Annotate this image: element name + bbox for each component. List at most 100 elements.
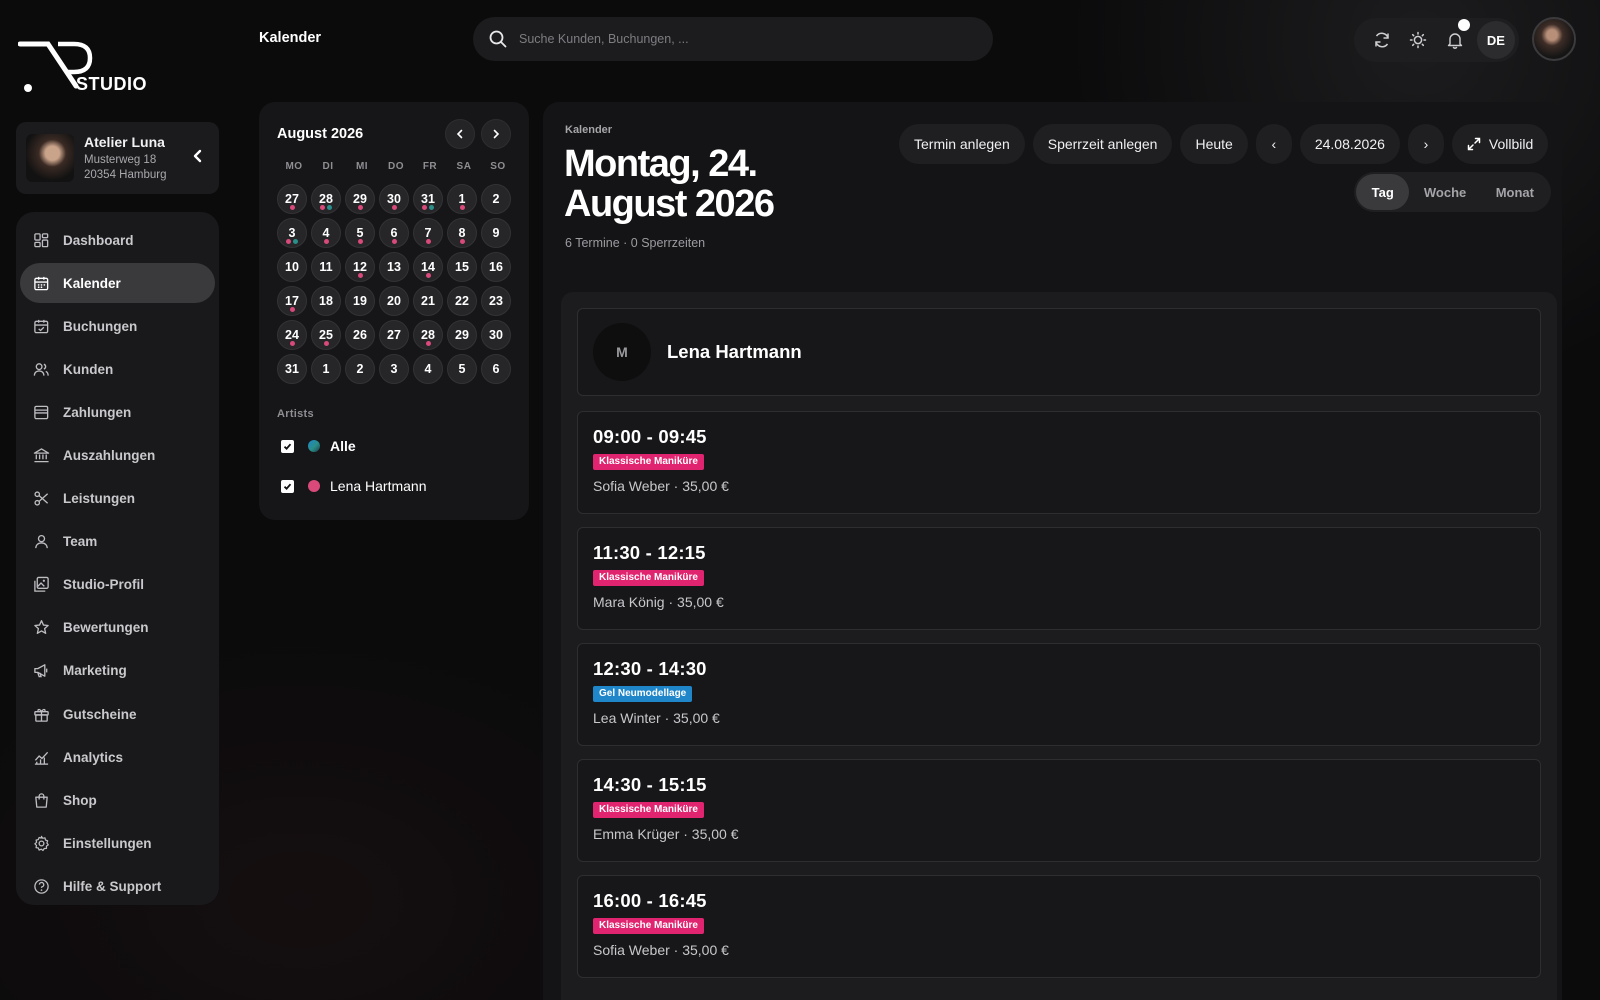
calendar-day[interactable]: 28	[311, 184, 341, 214]
sidebar-item-auszahlungen[interactable]: Auszahlungen	[20, 435, 215, 475]
calendar-day[interactable]: 1	[311, 354, 341, 384]
sidebar-item-marketing[interactable]: Marketing	[20, 651, 215, 691]
calendar-day[interactable]: 26	[345, 320, 375, 350]
calendar-day-number: 28	[421, 328, 435, 342]
calendar-day[interactable]: 4	[413, 354, 443, 384]
search-bar[interactable]	[473, 17, 993, 61]
sidebar-item-zahlungen[interactable]: Zahlungen	[20, 392, 215, 432]
appointment-card[interactable]: 14:30 - 15:15 Klassische Maniküre Emma Krü…	[577, 759, 1541, 862]
notification-badge	[1457, 19, 1470, 31]
sidebar-item-bewertungen[interactable]: Bewertungen	[20, 608, 215, 648]
theme-toggle-button[interactable]	[1400, 21, 1436, 59]
user-avatar[interactable]	[1532, 17, 1576, 61]
sidebar-item-kalender[interactable]: Kalender	[20, 263, 215, 304]
sidebar-item-buchungen[interactable]: Buchungen	[20, 306, 215, 346]
today-button[interactable]: Heute	[1180, 124, 1248, 164]
sidebar-item-studio-profil[interactable]: Studio-Profil	[20, 565, 215, 605]
artist-checkbox[interactable]	[281, 439, 294, 453]
sidebar-item-analytics[interactable]: Analytics	[20, 737, 215, 777]
calendar-day[interactable]: 11	[311, 252, 341, 282]
calendar-day[interactable]: 15	[447, 252, 477, 282]
appointment-card[interactable]: 16:00 - 16:45 Klassische Maniküre Sofia We…	[577, 875, 1541, 978]
calendar-day[interactable]: 1	[447, 184, 477, 214]
notifications-button[interactable]	[1437, 19, 1473, 59]
calendar-day[interactable]: 18	[311, 286, 341, 316]
search-input[interactable]	[519, 32, 959, 46]
next-month-button[interactable]	[481, 119, 511, 149]
sidebar-item-team[interactable]: Team	[20, 522, 215, 562]
view-tag-button[interactable]: Tag	[1356, 174, 1410, 210]
calendar-day[interactable]: 5	[345, 218, 375, 248]
prev-month-button[interactable]	[445, 119, 475, 149]
artist-color-dot	[308, 440, 320, 452]
new-appointment-button[interactable]: Termin anlegen	[899, 124, 1025, 164]
calendar-day[interactable]: 16	[481, 252, 511, 282]
calendar-day[interactable]: 17	[277, 286, 307, 316]
calendar-day[interactable]: 6	[481, 354, 511, 384]
sidebar-item-gutscheine[interactable]: Gutscheine	[20, 694, 215, 734]
calendar-day[interactable]: 19	[345, 286, 375, 316]
refresh-button[interactable]	[1364, 21, 1400, 59]
calendar-day[interactable]: 30	[379, 184, 409, 214]
calendar-day[interactable]: 6	[379, 218, 409, 248]
sidebar-item-hilfe-support[interactable]: Hilfe & Support	[20, 866, 215, 906]
appointment-card[interactable]: 09:00 - 09:45 Klassische Maniküre Sofia We…	[577, 411, 1541, 514]
next-day-button[interactable]: ›	[1407, 124, 1444, 164]
view-woche-button[interactable]: Woche	[1409, 174, 1480, 210]
brand-logo[interactable]: STUDIO	[18, 40, 148, 96]
calendar-day[interactable]: 20	[379, 286, 409, 316]
fullscreen-button[interactable]: Vollbild	[1451, 124, 1549, 164]
calendar-day-number: 16	[489, 260, 503, 274]
calendar-day[interactable]: 14	[413, 252, 443, 282]
calendar-day-number: 7	[424, 226, 432, 240]
expand-icon	[1467, 137, 1481, 151]
calendar-day[interactable]: 3	[379, 354, 409, 384]
calendar-day[interactable]: 29	[447, 320, 477, 350]
prev-day-button[interactable]: ‹	[1255, 124, 1292, 164]
calendar-day[interactable]: 12	[345, 252, 375, 282]
view-monat-button[interactable]: Monat	[1481, 174, 1549, 210]
studio-card[interactable]: Atelier Luna Musterweg 18 20354 Hamburg	[16, 122, 219, 194]
calendar-day[interactable]: 21	[413, 286, 443, 316]
studio-avatar	[26, 134, 74, 182]
calendar-day[interactable]: 29	[345, 184, 375, 214]
calendar-day[interactable]: 4	[311, 218, 341, 248]
calendar-day[interactable]: 31	[277, 354, 307, 384]
sidebar-item-einstellungen[interactable]: Einstellungen	[20, 823, 215, 863]
sidebar-item-shop[interactable]: Shop	[20, 780, 215, 820]
calendar-day[interactable]: 31	[413, 184, 443, 214]
sidebar-item-leistungen[interactable]: Leistungen	[20, 479, 215, 519]
new-block-button[interactable]: Sperrzeit anlegen	[1032, 124, 1173, 164]
artist-checkbox[interactable]	[281, 479, 294, 493]
artist-filter-item[interactable]: Alle	[277, 426, 511, 466]
calendar-day[interactable]: 27	[379, 320, 409, 350]
artist-filter-item[interactable]: Lena Hartmann	[277, 466, 511, 506]
appointment-card[interactable]: 12:30 - 14:30 Gel Neumodellage Lea Winter …	[577, 643, 1541, 746]
calendar-day[interactable]: 3	[277, 218, 307, 248]
calendar-day[interactable]: 27	[277, 184, 307, 214]
calendar-day[interactable]: 2	[481, 184, 511, 214]
appointment-dot	[357, 239, 363, 244]
day-summary: 6 Termine · 0 Sperrzeiten	[565, 236, 706, 250]
calendar-day[interactable]: 24	[277, 320, 307, 350]
date-display[interactable]: 24.08.2026	[1299, 124, 1400, 164]
language-button[interactable]: DE	[1476, 21, 1515, 59]
sidebar-item-kunden[interactable]: Kunden	[20, 349, 215, 389]
collapse-sidebar-button[interactable]	[191, 149, 209, 168]
calendar-day[interactable]: 7	[413, 218, 443, 248]
calendar-day[interactable]: 2	[345, 354, 375, 384]
calendar-day[interactable]: 23	[481, 286, 511, 316]
calendar-day[interactable]: 8	[447, 218, 477, 248]
sidebar-item-dashboard[interactable]: Dashboard	[20, 220, 215, 260]
calendar-day[interactable]: 10	[277, 252, 307, 282]
calendar-day-number: 24	[285, 328, 299, 342]
calendar-day[interactable]: 28	[413, 320, 443, 350]
calendar-day[interactable]: 30	[481, 320, 511, 350]
appointment-card[interactable]: 11:30 - 12:15 Klassische Maniküre Mara Kön…	[577, 527, 1541, 630]
calendar-day[interactable]: 5	[447, 354, 477, 384]
calendar-day[interactable]: 13	[379, 252, 409, 282]
calendar-day[interactable]: 22	[447, 286, 477, 316]
calendar-day[interactable]: 9	[481, 218, 511, 248]
calendar-day[interactable]: 25	[311, 320, 341, 350]
page-title: Kalender	[259, 30, 322, 46]
